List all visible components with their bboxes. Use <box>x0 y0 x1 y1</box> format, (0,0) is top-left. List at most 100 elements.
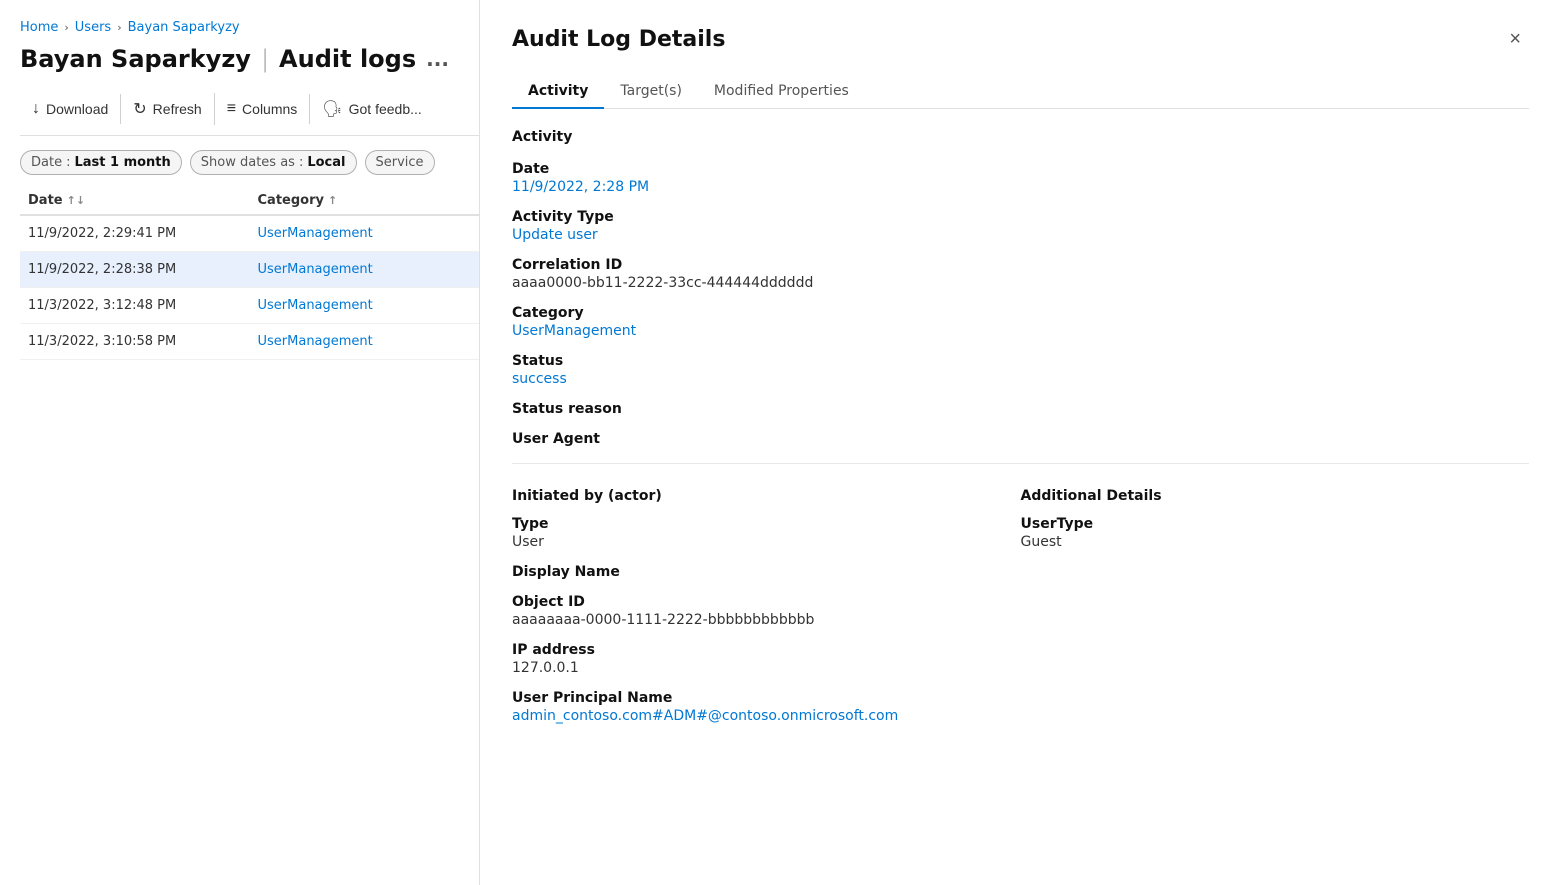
usertype-value: Guest <box>1021 534 1094 550</box>
status-reason-field: Status reason <box>512 401 1529 417</box>
table-row[interactable]: 11/9/2022, 2:28:38 PMUserManagement <box>20 252 479 288</box>
detail-tabs: Activity Target(s) Modified Properties <box>512 75 1529 109</box>
status-field: Status success <box>512 353 1529 387</box>
two-col-section: Initiated by (actor) Type User Display N… <box>512 480 1529 738</box>
feedback-button[interactable]: 🗣 Got feedb... <box>310 93 433 125</box>
initiated-by-title: Initiated by (actor) <box>512 480 1021 504</box>
date-filter-value: Last 1 month <box>74 155 170 170</box>
correlation-id-field: Correlation ID aaaa0000-bb11-2222-33cc-4… <box>512 257 1529 291</box>
col-category: Category ↑ <box>250 193 480 208</box>
service-filter-label: Service <box>376 155 424 170</box>
table-row[interactable]: 11/9/2022, 2:29:41 PMUserManagement <box>20 216 479 252</box>
page-more-button[interactable]: ... <box>426 47 449 71</box>
additional-details-col: Additional Details UserType Guest <box>1021 480 1530 738</box>
tab-targets[interactable]: Target(s) <box>604 75 698 109</box>
detail-header: Audit Log Details × <box>512 24 1529 55</box>
refresh-label: Refresh <box>153 101 202 117</box>
toolbar: ↓ Download ↻ Refresh ≡ Columns 🗣 Got fee… <box>20 93 479 136</box>
table-row[interactable]: 11/3/2022, 3:12:48 PMUserManagement <box>20 288 479 324</box>
date-filter[interactable]: Date : Last 1 month <box>20 150 182 175</box>
usertype-field: UserType Guest <box>1021 516 1530 550</box>
section-divider <box>512 463 1529 464</box>
status-label: Status <box>512 353 1529 369</box>
type-value: User <box>512 534 1021 550</box>
correlation-id-label: Correlation ID <box>512 257 1529 273</box>
ip-address-value: 127.0.0.1 <box>512 660 1021 676</box>
page-title-area: Bayan Saparkyzy | Audit logs ... <box>20 45 479 73</box>
breadcrumb-users[interactable]: Users <box>75 20 111 35</box>
additional-details-title: Additional Details <box>1021 480 1530 504</box>
page-title-separator: | <box>261 45 269 73</box>
show-dates-colon: : <box>299 155 303 170</box>
date-field: Date 11/9/2022, 2:28 PM <box>512 161 1529 195</box>
sort-category-icon[interactable]: ↑ <box>328 194 337 207</box>
upn-field: User Principal Name admin_contoso.com#AD… <box>512 690 1021 724</box>
initiated-by-col: Initiated by (actor) Type User Display N… <box>512 480 1021 738</box>
feedback-icon: 🗣 <box>322 99 342 119</box>
object-id-label: Object ID <box>512 594 1021 610</box>
object-id-field: Object ID aaaaaaaa-0000-1111-2222-bbbbbb… <box>512 594 1021 628</box>
td-category: UserManagement <box>250 226 480 241</box>
date-field-value[interactable]: 11/9/2022, 2:28 PM <box>512 179 1529 195</box>
filter-bar: Date : Last 1 month Show dates as : Loca… <box>20 150 479 175</box>
activity-type-field: Activity Type Update user <box>512 209 1529 243</box>
usertype-inline: UserType Guest <box>1021 516 1094 550</box>
breadcrumb-home[interactable]: Home <box>20 20 58 35</box>
detail-panel: Audit Log Details × Activity Target(s) M… <box>480 0 1561 885</box>
download-button[interactable]: ↓ Download <box>20 94 121 124</box>
show-dates-filter[interactable]: Show dates as : Local <box>190 150 357 175</box>
date-field-label: Date <box>512 161 1529 177</box>
detail-title: Audit Log Details <box>512 27 725 52</box>
columns-button[interactable]: ≡ Columns <box>215 94 311 124</box>
category-field: Category UserManagement <box>512 305 1529 339</box>
audit-log-table: Date ↑↓ Category ↑ 11/9/2022, 2:29:41 PM… <box>20 187 479 360</box>
td-date: 11/9/2022, 2:28:38 PM <box>20 262 250 277</box>
left-panel: Home › Users › Bayan Saparkyzy Bayan Sap… <box>0 0 480 885</box>
upn-value[interactable]: admin_contoso.com#ADM#@contoso.onmicroso… <box>512 708 1021 724</box>
display-name-label: Display Name <box>512 564 1021 580</box>
download-icon: ↓ <box>32 100 40 118</box>
breadcrumb: Home › Users › Bayan Saparkyzy <box>20 20 479 35</box>
table-row[interactable]: 11/3/2022, 3:10:58 PMUserManagement <box>20 324 479 360</box>
status-reason-label: Status reason <box>512 401 1529 417</box>
refresh-button[interactable]: ↻ Refresh <box>121 93 214 125</box>
sort-date-icon[interactable]: ↑↓ <box>67 194 85 207</box>
td-date: 11/3/2022, 3:10:58 PM <box>20 334 250 349</box>
service-filter[interactable]: Service <box>365 150 435 175</box>
category-value[interactable]: UserManagement <box>512 323 1529 339</box>
category-label: Category <box>512 305 1529 321</box>
inline-fields: UserType Guest <box>1021 516 1530 550</box>
upn-label: User Principal Name <box>512 690 1021 706</box>
user-agent-field: User Agent <box>512 431 1529 447</box>
show-dates-label: Show dates as <box>201 155 295 170</box>
date-filter-label: Date <box>31 155 62 170</box>
usertype-label: UserType <box>1021 516 1094 532</box>
col-date: Date ↑↓ <box>20 193 250 208</box>
td-category: UserManagement <box>250 298 480 313</box>
breadcrumb-user[interactable]: Bayan Saparkyzy <box>128 20 240 35</box>
td-date: 11/9/2022, 2:29:41 PM <box>20 226 250 241</box>
close-button[interactable]: × <box>1501 24 1529 55</box>
table-header: Date ↑↓ Category ↑ <box>20 187 479 216</box>
date-filter-colon: : <box>66 155 70 170</box>
columns-icon: ≡ <box>227 100 236 118</box>
page-title-subtitle: Audit logs <box>279 45 416 73</box>
feedback-label: Got feedb... <box>349 101 422 117</box>
tab-modified-properties[interactable]: Modified Properties <box>698 75 865 109</box>
user-agent-label: User Agent <box>512 431 1529 447</box>
td-category: UserManagement <box>250 334 480 349</box>
td-category: UserManagement <box>250 262 480 277</box>
status-value[interactable]: success <box>512 371 1529 387</box>
td-date: 11/3/2022, 3:12:48 PM <box>20 298 250 313</box>
activity-type-value[interactable]: Update user <box>512 227 1529 243</box>
col-date-label: Date <box>28 193 63 208</box>
ip-address-field: IP address 127.0.0.1 <box>512 642 1021 676</box>
table-body: 11/9/2022, 2:29:41 PMUserManagement11/9/… <box>20 216 479 360</box>
page-title-name: Bayan Saparkyzy <box>20 45 251 73</box>
activity-section-title: Activity <box>512 129 1529 145</box>
breadcrumb-sep-2: › <box>117 21 121 34</box>
refresh-icon: ↻ <box>133 99 146 119</box>
tab-activity[interactable]: Activity <box>512 75 604 109</box>
col-category-label: Category <box>258 193 324 208</box>
type-label: Type <box>512 516 1021 532</box>
